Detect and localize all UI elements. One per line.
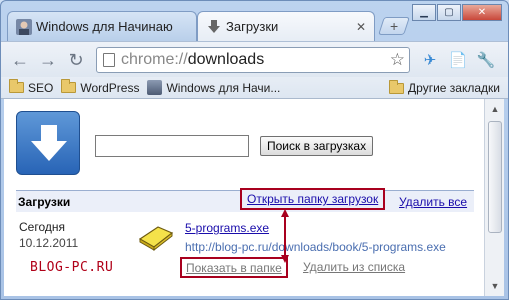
close-window-button[interactable]: ✕ (462, 4, 502, 21)
toolbar: ← → ↻ chrome://downloads ☆ ✈ 📄 🔧 (1, 41, 508, 77)
back-arrow-icon[interactable]: ← (9, 49, 31, 71)
folder-icon (61, 79, 77, 93)
reload-icon[interactable]: ↻ (65, 49, 87, 71)
forward-arrow-icon[interactable]: → (37, 49, 59, 71)
address-bar[interactable]: chrome://downloads ☆ (96, 47, 410, 73)
download-source-url[interactable]: http://blog-pc.ru/downloads/book/5-progr… (185, 240, 446, 254)
scroll-down-icon[interactable]: ▼ (488, 279, 502, 293)
scroll-up-icon[interactable]: ▲ (488, 102, 502, 116)
open-downloads-folder-link[interactable]: Открыть папку загрузок (240, 188, 386, 210)
bookmark-wordpress[interactable]: WordPress (61, 79, 140, 95)
folder-icon (389, 79, 405, 94)
close-tab-icon[interactable]: ✕ (356, 20, 366, 34)
section-title: Загрузки (18, 195, 71, 209)
downloads-logo-icon (16, 111, 80, 175)
tab-strip: Windows для Начинаю Загрузки ✕ + ▁ ▢ ✕ (1, 1, 508, 41)
folder-icon (9, 79, 24, 93)
date-value: 10.12.2011 (19, 236, 79, 250)
maximize-button[interactable]: ▢ (437, 4, 461, 21)
other-bookmarks[interactable]: Другие закладки (389, 79, 500, 95)
bookmark-label: Windows для Начи... (166, 80, 281, 95)
tab-title: Загрузки (226, 19, 279, 34)
window-controls: ▁ ▢ ✕ (412, 4, 502, 21)
minimize-button[interactable]: ▁ (412, 4, 436, 21)
bookmarks-bar: SEO WordPress Windows для Начи... Другие… (1, 77, 508, 99)
url-scheme: chrome:// (121, 51, 188, 68)
bookmark-label: SEO (28, 80, 54, 95)
downloads-page: Поиск в загрузках Загрузки Открыть папку… (4, 99, 484, 296)
bookmark-label: WordPress (80, 80, 140, 95)
vertical-scrollbar[interactable]: ▲ ▼ (484, 99, 504, 296)
page-icon (103, 53, 115, 67)
site-favicon-icon (147, 80, 163, 95)
download-arrow-icon (206, 19, 222, 35)
extension-icon[interactable]: ✈ (419, 49, 441, 71)
tab-windows-for-beginners[interactable]: Windows для Начинаю (7, 11, 197, 41)
bookmark-windows[interactable]: Windows для Начи... (147, 80, 280, 95)
date-group-label: Сегодня (19, 220, 65, 234)
bookmark-seo[interactable]: SEO (9, 79, 54, 95)
search-downloads-button[interactable]: Поиск в загрузках (260, 136, 374, 156)
site-favicon-icon (16, 19, 32, 35)
tab-title: Windows для Начинаю (36, 19, 173, 34)
other-bookmarks-label: Другие закладки (408, 81, 500, 95)
delete-all-link[interactable]: Удалить все (399, 195, 467, 209)
downloads-search-input[interactable] (95, 135, 249, 157)
new-tab-button[interactable]: + (378, 17, 410, 35)
exe-file-icon (136, 221, 176, 252)
double-arrow-annotation (281, 209, 289, 263)
downloads-header: Загрузки Открыть папку загрузок Удалить … (16, 188, 474, 212)
show-in-folder-link[interactable]: Показать в папке (180, 257, 288, 278)
tab-downloads[interactable]: Загрузки ✕ (197, 11, 375, 41)
downloaded-file-link[interactable]: 5-programs.exe (185, 221, 269, 235)
wrench-icon[interactable]: 🔧 (475, 49, 497, 71)
bookmark-star-icon[interactable]: ☆ (390, 50, 405, 70)
scroll-thumb[interactable] (488, 121, 502, 233)
page-menu-icon[interactable]: 📄 (447, 49, 469, 71)
remove-from-list-link[interactable]: Удалить из списка (303, 260, 405, 274)
plus-icon: + (389, 18, 399, 34)
url-path: downloads (187, 51, 265, 68)
watermark: BLOG-PC.RU (30, 260, 114, 275)
